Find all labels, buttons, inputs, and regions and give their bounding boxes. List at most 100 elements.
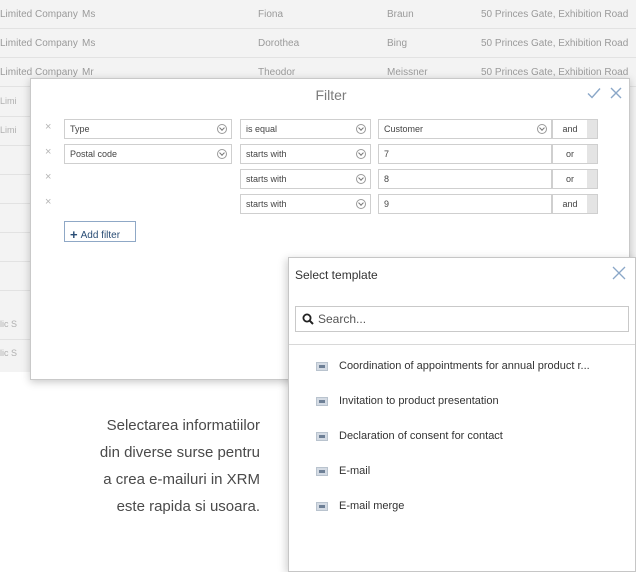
plus-icon: +: [70, 227, 78, 242]
caption-line: Selectarea informatiilor: [106, 417, 260, 434]
row-edge-text: lic S: [0, 348, 18, 358]
template-item-label: E-mail: [339, 465, 371, 477]
remove-filter-icon[interactable]: ×: [45, 146, 51, 158]
email-template-icon: [316, 397, 328, 406]
address-cell: 50 Princes Gate, Exhibition Road: [481, 38, 629, 49]
company-cell: Limited Company: [0, 9, 78, 20]
email-template-icon: [316, 467, 328, 476]
template-item[interactable]: E-mail: [289, 455, 635, 489]
value-input[interactable]: 7: [378, 144, 552, 164]
logic-toggle[interactable]: and: [552, 119, 598, 139]
company-cell: Limited Company: [0, 38, 78, 49]
last-name-cell: Bing: [387, 38, 408, 49]
template-item[interactable]: Coordination of appointments for annual …: [289, 350, 635, 384]
divider: [289, 344, 635, 345]
salutation-cell: Mr: [82, 67, 94, 78]
operator-select-value: is equal: [246, 124, 278, 134]
chevron-down-icon: [356, 199, 366, 209]
row-divider: [0, 261, 30, 262]
checkmark-icon[interactable]: [586, 85, 602, 101]
row-divider: [0, 174, 30, 175]
template-item[interactable]: Invitation to product presentation: [289, 385, 635, 419]
value-input[interactable]: 8: [378, 169, 552, 189]
email-template-icon: [316, 362, 328, 371]
field-select[interactable]: Type: [64, 119, 232, 139]
template-item[interactable]: Declaration of consent for contact: [289, 420, 635, 454]
row-edge-text: Limi: [0, 125, 17, 135]
first-name-cell: Fiona: [258, 9, 284, 20]
operator-select-value: starts with: [246, 174, 287, 184]
row-divider: [0, 203, 30, 204]
template-search: [295, 306, 629, 332]
value-input-text: 7: [384, 149, 390, 159]
caption-line: este rapida si usoara.: [116, 498, 260, 515]
logic-toggle[interactable]: or: [552, 169, 598, 189]
operator-select[interactable]: starts with: [240, 144, 371, 164]
operator-select[interactable]: starts with: [240, 194, 371, 214]
email-template-icon: [316, 502, 328, 511]
logic-toggle[interactable]: and: [552, 194, 598, 214]
first-name-cell: Dorothea: [258, 38, 300, 49]
remove-filter-icon[interactable]: ×: [45, 121, 51, 133]
row-edge-text: Limi: [0, 96, 17, 106]
row-divider: [0, 339, 30, 340]
logic-label: and: [562, 124, 578, 134]
operator-select-value: starts with: [246, 149, 287, 159]
email-template-icon: [316, 432, 328, 441]
template-item-label: Declaration of consent for contact: [339, 430, 503, 442]
row-divider: [0, 232, 30, 233]
value-input-text: 8: [384, 174, 390, 184]
logic-label: and: [562, 199, 578, 209]
last-name-cell: Meissner: [387, 67, 428, 78]
chevron-down-icon: [537, 124, 547, 134]
row-divider: [0, 290, 30, 291]
row-edge-text: lic S: [0, 319, 18, 329]
operator-select[interactable]: is equal: [240, 119, 371, 139]
chevron-down-icon: [356, 124, 366, 134]
close-icon[interactable]: [609, 263, 629, 283]
caption-line: din diverse surse pentru: [99, 444, 260, 461]
row-divider: [0, 116, 30, 117]
field-select-value: Postal code: [70, 149, 118, 159]
close-icon[interactable]: [608, 85, 624, 101]
logic-label: or: [565, 174, 574, 184]
logic-label: or: [565, 149, 574, 159]
search-input[interactable]: [318, 310, 618, 328]
table-row[interactable]: Limited Company Ms Dorothea Bing 50 Prin…: [0, 29, 636, 58]
salutation-cell: Ms: [82, 38, 96, 49]
value-input-text: 9: [384, 199, 390, 209]
value-select-value: Customer: [384, 124, 424, 134]
add-filter-button[interactable]: + Add filter: [64, 221, 136, 242]
chevron-down-icon: [356, 149, 366, 159]
operator-select[interactable]: starts with: [240, 169, 371, 189]
chevron-down-icon: [217, 149, 227, 159]
chevron-down-icon: [217, 124, 227, 134]
remove-filter-icon[interactable]: ×: [45, 171, 51, 183]
row-divider: [0, 145, 30, 146]
field-select[interactable]: Postal code: [64, 144, 232, 164]
chevron-down-icon: [356, 174, 366, 184]
caption-text: Selectarea informatiilor din diverse sur…: [30, 412, 260, 520]
filter-row: × Postal code starts with 7 or: [31, 144, 631, 164]
filter-row: × Type is equal Customer and: [31, 119, 631, 139]
filter-row: × starts with 8 or: [31, 169, 631, 189]
panel-title: Select template: [295, 268, 378, 282]
remove-filter-icon[interactable]: ×: [45, 196, 51, 208]
template-item[interactable]: E-mail merge: [289, 490, 635, 524]
logic-toggle[interactable]: or: [552, 144, 598, 164]
template-item-label: Invitation to product presentation: [339, 395, 499, 407]
company-cell: Limited Company: [0, 67, 78, 78]
filter-row: × starts with 9 and: [31, 194, 631, 214]
value-select[interactable]: Customer: [378, 119, 552, 139]
add-filter-label: Add filter: [80, 230, 121, 241]
first-name-cell: Theodor: [258, 67, 296, 78]
address-cell: 50 Princes Gate, Exhibition Road: [481, 67, 629, 78]
table-row[interactable]: Limited Company Ms Fiona Braun 50 Prince…: [0, 0, 636, 29]
template-item-label: E-mail merge: [339, 500, 405, 512]
field-select-value: Type: [70, 124, 90, 134]
filter-title: Filter: [315, 87, 347, 103]
operator-select-value: starts with: [246, 199, 287, 209]
select-template-panel: Select template Coordination of appointm…: [288, 257, 636, 572]
salutation-cell: Ms: [82, 9, 96, 20]
value-input[interactable]: 9: [378, 194, 552, 214]
